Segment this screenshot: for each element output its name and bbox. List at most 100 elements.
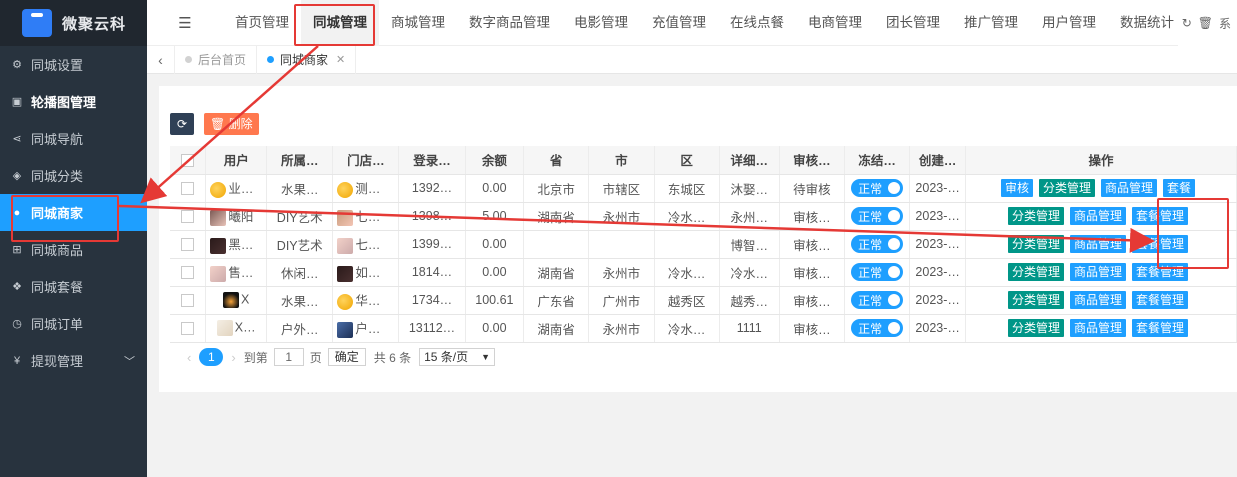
package-manage-button[interactable]: 套餐管理 xyxy=(1132,319,1189,337)
sidebar-item-city-merchant[interactable]: ● 同城商家 xyxy=(0,194,147,231)
table-row: X… 户外… 户… 13112… 0.00 湖南省 永州市 冷水… 1111 审… xyxy=(170,314,1237,343)
col-province[interactable]: 省 xyxy=(523,146,590,175)
goods-manage-button[interactable]: 商品管理 xyxy=(1069,235,1126,253)
topnav-recharge[interactable]: 充值管理 xyxy=(640,0,718,46)
cell-balance: 0.00 xyxy=(465,314,525,343)
goods-manage-button[interactable]: 商品管理 xyxy=(1101,179,1158,197)
cell-audit-status: 审核… xyxy=(779,230,845,259)
delete-label: 删除 xyxy=(228,117,253,131)
cell-store: 七… xyxy=(355,210,381,225)
topnav-movie[interactable]: 电影管理 xyxy=(562,0,640,46)
cell-address: 沐娶… xyxy=(719,174,780,203)
col-audit[interactable]: 审核… xyxy=(779,146,845,175)
topnav-leader[interactable]: 团长管理 xyxy=(874,0,952,46)
sidebar-item-label: 同城商家 xyxy=(31,206,84,221)
topnav-users[interactable]: 用户管理 xyxy=(1030,0,1108,46)
page-size-select[interactable]: 15 条/页 xyxy=(419,348,496,366)
col-created[interactable]: 创建… xyxy=(909,146,966,175)
category-manage-button[interactable]: 分类管理 xyxy=(1038,179,1095,197)
row-checkbox[interactable] xyxy=(170,202,207,231)
tab-city-merchant[interactable]: 同城商家 ✕ xyxy=(257,45,357,74)
sidebar-item-city-goods[interactable]: ⊞ 同城商品 xyxy=(0,231,147,268)
topnav-mall[interactable]: 商城管理 xyxy=(379,0,457,46)
refresh-icon[interactable]: ↻ xyxy=(1182,16,1192,30)
package-manage-button[interactable]: 套餐 xyxy=(1163,179,1196,197)
sidebar-item-city-category[interactable]: ◈ 同城分类 xyxy=(0,157,147,194)
package-manage-button[interactable]: 套餐管理 xyxy=(1132,235,1189,253)
topnav-city[interactable]: 同城管理 xyxy=(301,0,379,46)
col-address[interactable]: 详细… xyxy=(719,146,780,175)
row-checkbox[interactable] xyxy=(170,258,207,287)
table-row: 黑… DIY艺术 七… 1399… 0.00 博智… 审核… 正常 2023-…… xyxy=(170,230,1237,259)
page-confirm-button[interactable]: 确定 xyxy=(327,348,366,366)
package-manage-button[interactable]: 套餐管理 xyxy=(1132,291,1189,309)
category-manage-button[interactable]: 分类管理 xyxy=(1007,235,1064,253)
cell-category: 休闲… xyxy=(266,258,334,287)
topnav-trailing-text[interactable]: 系 xyxy=(1219,15,1231,32)
sidebar-item-city-package[interactable]: ❖ 同城套餐 xyxy=(0,268,147,305)
category-manage-button[interactable]: 分类管理 xyxy=(1007,291,1064,309)
goods-manage-button[interactable]: 商品管理 xyxy=(1069,319,1126,337)
freeze-toggle[interactable]: 正常 xyxy=(851,179,904,197)
col-category[interactable]: 所属… xyxy=(266,146,334,175)
goods-manage-button[interactable]: 商品管理 xyxy=(1069,263,1126,281)
sidebar-item-city-settings[interactable]: ⚙ 同城设置 xyxy=(0,46,147,83)
cell-category: DIY艺术 xyxy=(266,202,334,231)
freeze-toggle[interactable]: 正常 xyxy=(851,263,904,281)
col-freeze[interactable]: 冻结… xyxy=(844,146,911,175)
topnav-promotion[interactable]: 推广管理 xyxy=(952,0,1030,46)
freeze-toggle[interactable]: 正常 xyxy=(851,291,904,309)
row-checkbox[interactable] xyxy=(170,286,207,315)
cell-user: 黑… xyxy=(228,238,254,253)
category-manage-button[interactable]: 分类管理 xyxy=(1007,263,1064,281)
prev-page-icon[interactable]: ‹ xyxy=(187,350,191,365)
page-current[interactable]: 1 xyxy=(199,348,224,366)
close-icon[interactable]: ✕ xyxy=(336,46,345,74)
col-district[interactable]: 区 xyxy=(654,146,720,175)
page-jump-input[interactable]: 1 xyxy=(273,348,304,366)
sidebar-item-city-nav[interactable]: ⋖ 同城导航 xyxy=(0,120,147,157)
col-login[interactable]: 登录… xyxy=(398,146,466,175)
goods-manage-button[interactable]: 商品管理 xyxy=(1069,291,1126,309)
category-manage-button[interactable]: 分类管理 xyxy=(1007,319,1064,337)
goods-manage-button[interactable]: 商品管理 xyxy=(1069,207,1126,225)
col-balance[interactable]: 余额 xyxy=(465,146,525,175)
cell-store: 华… xyxy=(355,294,381,309)
freeze-toggle[interactable]: 正常 xyxy=(851,235,904,253)
cell-created: 2023-… xyxy=(909,202,966,231)
select-all-checkbox[interactable] xyxy=(170,146,207,175)
topnav-digital[interactable]: 数字商品管理 xyxy=(457,0,562,46)
menu-toggle-icon[interactable]: ☰ xyxy=(147,14,223,32)
store-avatar xyxy=(337,237,354,254)
category-manage-button[interactable]: 分类管理 xyxy=(1007,207,1064,225)
chevron-left-icon[interactable]: ‹ xyxy=(147,45,175,74)
refresh-button[interactable]: ⟳ xyxy=(170,113,194,135)
package-manage-button[interactable]: 套餐管理 xyxy=(1132,263,1189,281)
topnav-home[interactable]: 首页管理 xyxy=(223,0,301,46)
col-city[interactable]: 市 xyxy=(588,146,655,175)
row-checkbox[interactable] xyxy=(170,174,207,203)
freeze-toggle[interactable]: 正常 xyxy=(851,319,904,337)
col-store[interactable]: 门店… xyxy=(332,146,400,175)
topnav-stats[interactable]: 数据统计 xyxy=(1108,0,1186,46)
topnav-ecommerce[interactable]: 电商管理 xyxy=(796,0,874,46)
sidebar-item-label: 同城订单 xyxy=(31,317,84,332)
tab-home[interactable]: 后台首页 xyxy=(175,45,258,74)
sidebar-item-withdraw[interactable]: ¥ 提现管理 ﹀ xyxy=(0,342,147,379)
sidebar-item-banner[interactable]: ▣ 轮播图管理 xyxy=(0,83,147,120)
topnav-ordering[interactable]: 在线点餐 xyxy=(718,0,796,46)
trash-icon[interactable]: 🗑 xyxy=(1198,16,1213,30)
row-checkbox[interactable] xyxy=(170,230,207,259)
col-user[interactable]: 用户 xyxy=(205,146,268,175)
audit-button[interactable]: 审核 xyxy=(1000,179,1033,197)
row-checkbox[interactable] xyxy=(170,314,207,343)
next-page-icon[interactable]: › xyxy=(231,350,235,365)
freeze-toggle[interactable]: 正常 xyxy=(851,207,904,225)
delete-button[interactable]: 🗑 删除 xyxy=(204,113,259,135)
cell-login: 1734… xyxy=(398,286,466,315)
sidebar-item-city-orders[interactable]: ◷ 同城订单 xyxy=(0,305,147,342)
package-manage-button[interactable]: 套餐管理 xyxy=(1132,207,1189,225)
merchant-table: 用户 所属… 门店… 登录… 余额 省 市 区 详细… 审核… 冻结… 创建… … xyxy=(170,146,1237,343)
tab-dot-icon xyxy=(267,56,275,63)
sidebar-menu: ⚙ 同城设置 ▣ 轮播图管理 ⋖ 同城导航 ◈ 同城分类 ● 同城商家 ⊞ 同城商品 ❖ 同城… xyxy=(0,46,147,379)
